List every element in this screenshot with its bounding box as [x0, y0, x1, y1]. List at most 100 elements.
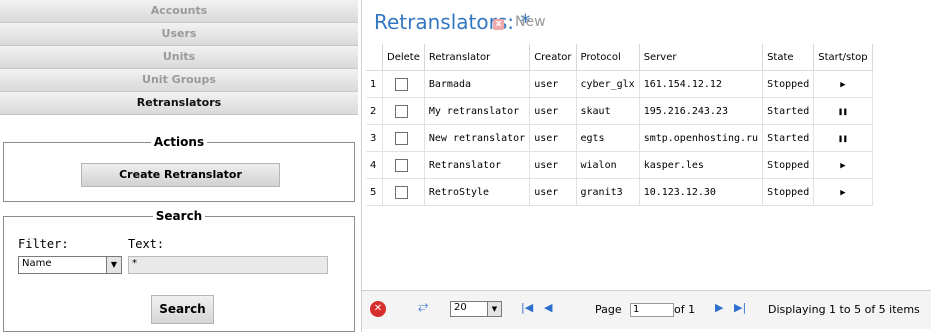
play-icon[interactable]: ▶: [840, 161, 845, 171]
protocol-cell: wialon: [576, 151, 640, 179]
start-stop-cell: ▶: [813, 151, 873, 179]
page-title: Retranslators: *: [374, 10, 530, 34]
play-icon[interactable]: ▶: [840, 80, 845, 90]
delete-checkbox[interactable]: [395, 158, 408, 172]
start-stop-cell: ▶: [813, 178, 873, 206]
table-row[interactable]: 3 New retranslator user egts smtp.openhostin…: [366, 124, 873, 152]
page-number-input[interactable]: 1: [630, 303, 674, 317]
server-cell: kasper.les: [639, 151, 764, 179]
protocol-cell: granit3: [576, 178, 640, 206]
creator-cell: user: [529, 151, 577, 179]
table-header-row: Delete Retranslator Creator Protocol Server S…: [366, 44, 873, 71]
table-row[interactable]: 1 Barmada user cyber_glx 161.154.12.12 Stoppe…: [366, 70, 873, 98]
row-number-cell: 4: [366, 151, 383, 179]
nav-menu: Accounts Users Units Unit Groups Retranslato…: [0, 0, 358, 115]
state-cell: Stopped: [762, 178, 815, 206]
page-size-value: 20: [454, 302, 467, 313]
start-stop-cell: ❚❚: [813, 97, 873, 125]
first-page-icon[interactable]: |◀: [521, 301, 533, 314]
protocol-cell: skaut: [576, 97, 640, 125]
text-label: Text:: [128, 237, 165, 251]
display-status: Displaying 1 to 5 of 5 items: [768, 303, 920, 316]
delete-checkbox: [382, 178, 425, 206]
retranslator-name-cell: Retranslator: [424, 151, 531, 179]
search-button[interactable]: Search: [151, 295, 214, 324]
next-page-icon[interactable]: ▶: [715, 301, 723, 314]
search-legend: Search: [152, 209, 206, 223]
filter-label: Filter:: [18, 237, 69, 251]
title-bar: Retranslators: * x New: [362, 0, 931, 40]
state-cell: Stopped: [762, 70, 815, 98]
row-number-cell: 3: [366, 124, 383, 152]
start-stop-cell: ❚❚: [813, 124, 873, 152]
state-cell: Started: [762, 97, 815, 125]
column-header[interactable]: Retranslator: [424, 44, 531, 71]
column-header[interactable]: Server: [639, 44, 764, 71]
table-row[interactable]: 4 Retranslator user wialon kasper.les Stopped…: [366, 151, 873, 179]
row-number-cell: 2: [366, 97, 383, 125]
start-stop-cell: ▶: [813, 70, 873, 98]
column-header[interactable]: Start/stop: [813, 44, 873, 71]
table-row[interactable]: 2 My retranslator user skaut 195.216.243.23 S…: [366, 97, 873, 125]
creator-cell: user: [529, 124, 577, 152]
nav-item-unit-groups[interactable]: Unit Groups: [0, 69, 358, 92]
nav-item-retranslators[interactable]: Retranslators: [0, 92, 358, 115]
protocol-cell: egts: [576, 124, 640, 152]
chevron-down-icon: ▼: [106, 257, 121, 273]
stop-icon[interactable]: ✕: [370, 301, 386, 317]
protocol-cell: cyber_glx: [576, 70, 640, 98]
column-header[interactable]: Creator: [529, 44, 577, 71]
table-row[interactable]: 5 RetroStyle user granit3 10.123.12.30 Stoppe…: [366, 178, 873, 206]
row-number-cell: 5: [366, 178, 383, 206]
last-page-icon[interactable]: ▶|: [734, 301, 746, 314]
server-cell: 10.123.12.30: [639, 178, 764, 206]
filter-select-value: Name: [22, 258, 52, 269]
actions-panel: Actions Create Retranslator: [3, 135, 355, 202]
row-number-cell: 1: [366, 70, 383, 98]
server-cell: smtp.openhosting.ru: [639, 124, 764, 152]
pause-icon[interactable]: ❚❚: [838, 107, 848, 116]
pagination-bar: ✕ ⥂ 20 ▼ |◀ ◀ Page 1 of 1 ▶ ▶| Displayin…: [362, 290, 931, 329]
retranslators-table: Delete Retranslator Creator Protocol Server S…: [366, 44, 873, 206]
actions-legend: Actions: [150, 135, 208, 149]
server-cell: 161.154.12.12: [639, 70, 764, 98]
table-body: 1 Barmada user cyber_glx 161.154.12.12 Stoppe…: [366, 70, 873, 206]
retranslator-name-cell: My retranslator: [424, 97, 531, 125]
page-label: Page: [595, 303, 622, 316]
server-cell: 195.216.243.23: [639, 97, 764, 125]
refresh-icon[interactable]: ⥂: [418, 299, 428, 314]
column-header[interactable]: [366, 44, 383, 71]
delete-checkbox[interactable]: [395, 77, 408, 91]
create-retranslator-button[interactable]: Create Retranslator: [81, 163, 280, 187]
state-cell: Started: [762, 124, 815, 152]
delete-checkbox[interactable]: [395, 104, 408, 118]
column-header[interactable]: State: [762, 44, 815, 71]
creator-cell: user: [529, 97, 577, 125]
delete-checkbox: [382, 124, 425, 152]
play-icon[interactable]: ▶: [840, 188, 845, 198]
column-header[interactable]: Protocol: [576, 44, 640, 71]
delete-checkbox[interactable]: [395, 131, 408, 145]
chevron-down-icon: ▼: [487, 302, 501, 316]
creator-cell: user: [529, 178, 577, 206]
creator-cell: user: [529, 70, 577, 98]
delete-checkbox: [382, 70, 425, 98]
column-header[interactable]: Delete: [382, 44, 425, 71]
delete-checkbox: [382, 97, 425, 125]
close-icon[interactable]: x: [493, 19, 504, 30]
delete-checkbox[interactable]: [395, 185, 408, 199]
retranslator-name-cell: New retranslator: [424, 124, 531, 152]
pause-icon[interactable]: ❚❚: [838, 134, 848, 143]
nav-item-users[interactable]: Users: [0, 23, 358, 46]
new-retranslator-link[interactable]: New: [515, 14, 546, 30]
retranslator-name-cell: Barmada: [424, 70, 531, 98]
nav-item-units[interactable]: Units: [0, 46, 358, 69]
filter-select[interactable]: Name ▼: [18, 256, 122, 274]
main-panel: Retranslators: * x New Delete Retranslato…: [361, 0, 931, 332]
search-panel: Search Filter: Text: Name ▼ * Search: [3, 209, 355, 332]
page-size-select[interactable]: 20 ▼: [450, 301, 502, 317]
nav-item-accounts[interactable]: Accounts: [0, 0, 358, 23]
left-panel: Accounts Users Units Unit Groups Retranslato…: [0, 0, 358, 332]
prev-page-icon[interactable]: ◀: [544, 301, 552, 314]
search-text-input[interactable]: *: [128, 256, 328, 274]
